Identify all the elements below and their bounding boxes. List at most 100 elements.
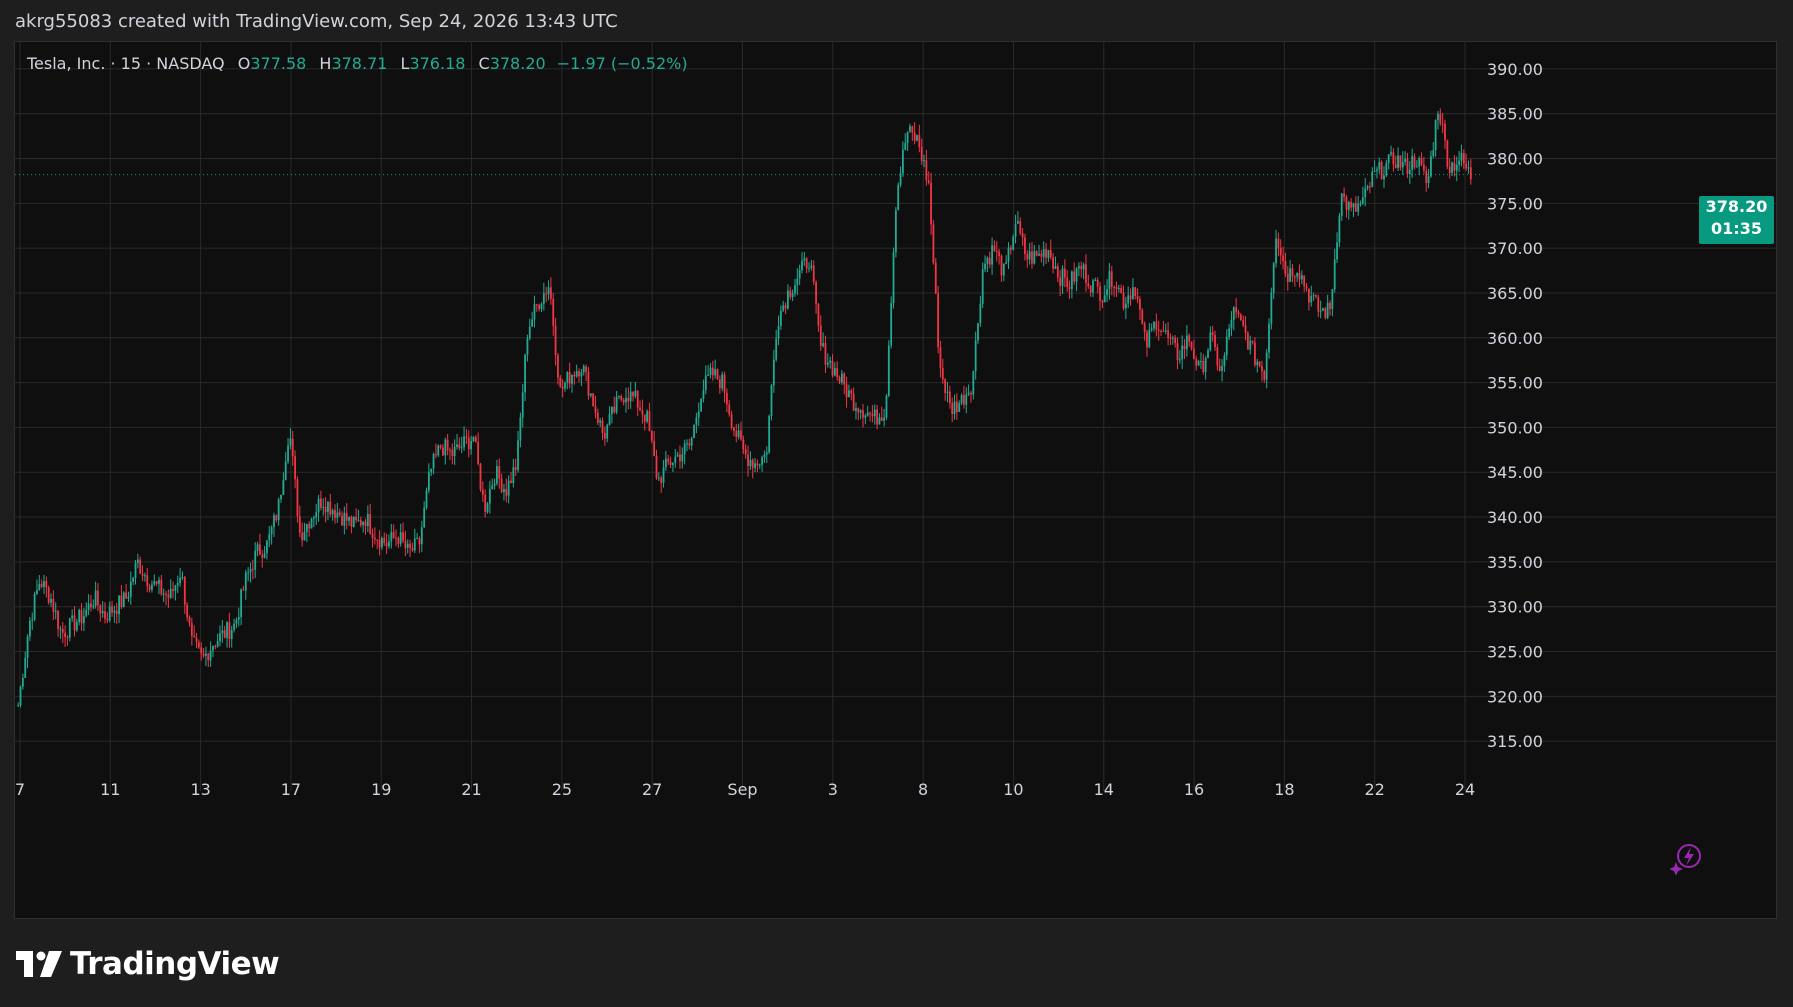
candle xyxy=(54,602,57,620)
candle xyxy=(505,478,508,503)
candle-body xyxy=(1216,347,1219,366)
y-tick-label: 320.00 xyxy=(1487,687,1543,706)
candle xyxy=(937,285,940,354)
candle xyxy=(1096,277,1099,294)
candle xyxy=(655,449,658,480)
candle-body xyxy=(524,354,526,393)
candle-body xyxy=(535,304,538,306)
symbol-name[interactable]: Tesla, Inc. · 15 · NASDAQ xyxy=(27,54,225,73)
candle xyxy=(242,585,245,591)
candle-body xyxy=(385,543,388,547)
open-label: O xyxy=(237,54,251,73)
candle-body xyxy=(1139,299,1141,310)
candle xyxy=(458,437,461,451)
candle xyxy=(390,523,393,549)
candle-body xyxy=(129,581,132,597)
candle xyxy=(484,489,487,518)
candle-body xyxy=(557,355,559,378)
candle-body xyxy=(90,603,92,608)
candle xyxy=(913,122,916,145)
x-tick-label: 10 xyxy=(1003,780,1023,799)
candle xyxy=(1099,282,1101,311)
candle xyxy=(787,284,789,310)
candle xyxy=(1181,335,1184,369)
candle xyxy=(1357,195,1360,216)
candle-body xyxy=(965,394,968,405)
candle-body xyxy=(796,278,799,286)
candle-body xyxy=(474,437,477,443)
candle xyxy=(315,504,318,525)
candle xyxy=(439,444,442,450)
candle-body xyxy=(172,589,174,591)
candle xyxy=(75,618,78,633)
candle xyxy=(320,490,322,511)
candle-body xyxy=(439,445,442,448)
candle xyxy=(887,340,890,398)
last-price-value: 378.20 xyxy=(1705,197,1768,216)
candle-body xyxy=(620,396,623,400)
candle xyxy=(181,571,184,581)
candle xyxy=(953,394,956,420)
candle xyxy=(467,430,470,458)
candle-body xyxy=(155,581,158,584)
chart-pane[interactable]: 390.00 385.00 380.00 375.00 370.00 365.00 360.… xyxy=(14,41,1777,919)
candle-body xyxy=(1305,286,1308,289)
candle-body xyxy=(1434,120,1437,151)
candle-body xyxy=(373,537,376,540)
candle-body xyxy=(693,424,695,438)
candle xyxy=(669,456,672,469)
candle xyxy=(993,240,996,252)
candle-body xyxy=(664,458,667,468)
candle xyxy=(817,303,820,332)
candle-body xyxy=(578,371,580,377)
candle xyxy=(995,241,998,262)
candle-body xyxy=(547,287,550,295)
candle xyxy=(427,463,430,494)
candle-body xyxy=(1101,300,1104,303)
candle-body xyxy=(1399,155,1402,168)
candle-body xyxy=(1451,162,1453,173)
candle-body xyxy=(852,393,855,411)
lightning-bolt-icon[interactable] xyxy=(1669,841,1704,876)
candle xyxy=(1113,285,1116,297)
candle xyxy=(334,504,336,524)
candle xyxy=(951,397,954,423)
candle-body xyxy=(350,517,353,527)
candle xyxy=(1190,341,1193,351)
x-tick-label: 13 xyxy=(190,780,210,799)
candle xyxy=(1336,232,1338,263)
candle-body xyxy=(97,590,99,606)
candle-body xyxy=(880,417,883,421)
candle xyxy=(1124,296,1127,320)
candle xyxy=(632,391,634,402)
candle xyxy=(622,397,625,406)
brand[interactable]: TradingView xyxy=(16,944,280,984)
candle-body xyxy=(1437,113,1439,121)
candle-body xyxy=(1000,256,1003,276)
candle xyxy=(249,562,252,583)
candle-body xyxy=(871,414,874,417)
candle xyxy=(862,403,864,428)
candle xyxy=(1427,168,1430,189)
candle-body xyxy=(416,538,419,540)
candle-body xyxy=(944,379,947,393)
candle-body xyxy=(472,437,475,441)
candle-body xyxy=(312,517,315,519)
candle xyxy=(221,620,224,643)
price-chart[interactable]: 390.00 385.00 380.00 375.00 370.00 365.00 360.… xyxy=(15,42,1776,918)
candle xyxy=(273,512,275,537)
candle xyxy=(1333,248,1336,293)
candle-body xyxy=(179,577,182,584)
candle xyxy=(1115,281,1118,298)
candle-body xyxy=(646,411,649,422)
candle xyxy=(740,421,742,441)
candle-body xyxy=(648,411,651,431)
candle xyxy=(350,515,353,534)
candle-body xyxy=(512,467,515,484)
candle-body xyxy=(883,417,886,421)
candle xyxy=(1005,255,1008,265)
candle xyxy=(423,501,426,528)
candle xyxy=(463,426,465,451)
candle xyxy=(963,385,965,409)
candle xyxy=(775,329,778,362)
